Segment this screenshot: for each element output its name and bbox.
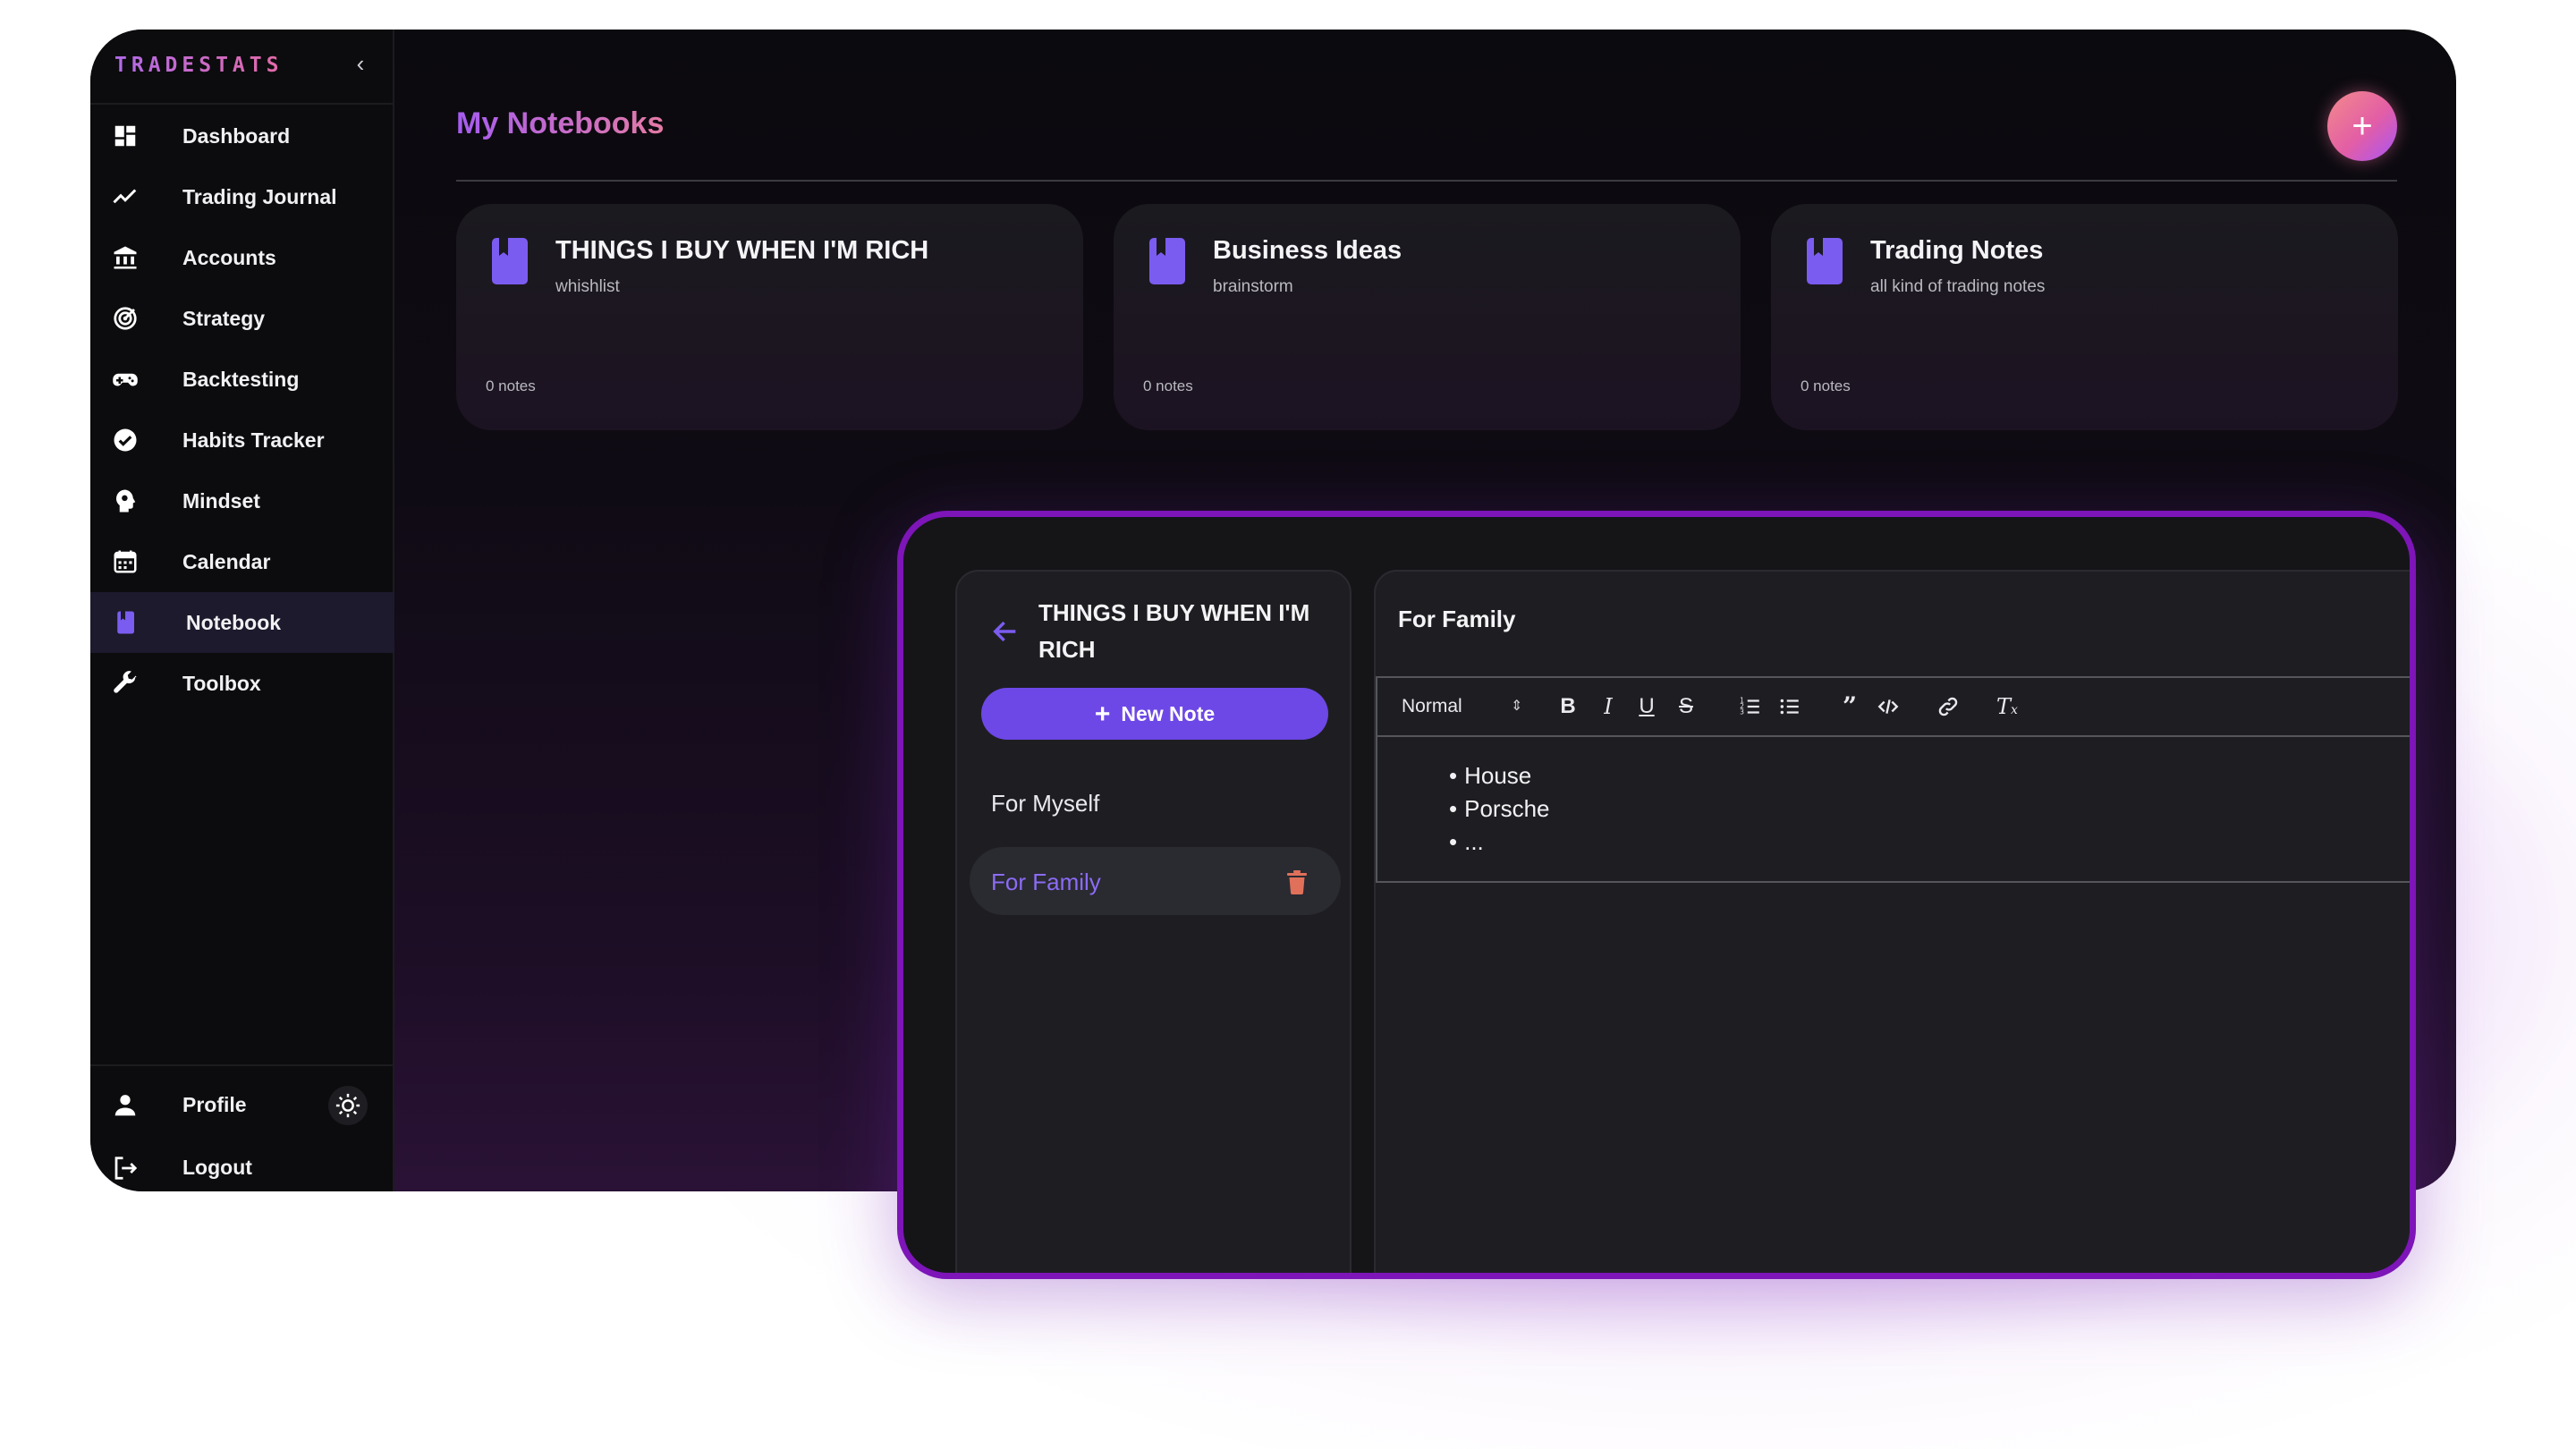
- theme-toggle-button[interactable]: [328, 1086, 368, 1125]
- user-icon: [112, 1092, 139, 1119]
- sidebar-item-strategy[interactable]: Strategy: [90, 288, 394, 349]
- notebook-description: all kind of trading notes: [1870, 277, 2046, 296]
- sidebar-item-label: Habits Tracker: [182, 428, 325, 452]
- notebook-icon: [1807, 238, 1843, 284]
- ordered-list-button[interactable]: 123: [1735, 691, 1766, 723]
- sidebar-item-trading-journal[interactable]: Trading Journal: [90, 166, 394, 227]
- page-title: My Notebooks: [456, 106, 665, 140]
- notebook-icon: [112, 609, 139, 636]
- svg-text:3: 3: [1740, 708, 1744, 716]
- sidebar-item-label: Profile: [182, 1093, 247, 1116]
- sidebar-item-backtesting[interactable]: Backtesting: [90, 349, 394, 410]
- notebook-icon: [1149, 238, 1185, 284]
- sidebar-item-habits-tracker[interactable]: Habits Tracker: [90, 410, 394, 470]
- sidebar-item-toolbox[interactable]: Toolbox: [90, 653, 394, 714]
- bullet-list-button[interactable]: [1775, 691, 1805, 723]
- plus-icon: +: [1094, 699, 1111, 729]
- bank-icon: [112, 244, 139, 271]
- note-bullet-list: House Porsche ...: [1449, 759, 1550, 859]
- notebook-title: Trading Notes: [1870, 236, 2044, 265]
- link-icon: [1938, 697, 1958, 716]
- notebook-card[interactable]: Business Ideas brainstorm 0 notes: [1114, 204, 1741, 430]
- sidebar-item-label: Toolbox: [182, 671, 261, 695]
- divider: [456, 180, 2397, 182]
- bullet-list-icon: [1780, 699, 1799, 715]
- select-arrows-icon: ⇕: [1511, 699, 1523, 714]
- note-list-item-active[interactable]: For Family: [970, 847, 1341, 915]
- sidebar-item-label: Calendar: [182, 549, 271, 573]
- notebook-name: THINGS I BUY WHEN I'M RICH: [1038, 599, 1310, 663]
- calendar-icon: [112, 548, 139, 575]
- blockquote-button[interactable]: ”: [1836, 691, 1863, 723]
- sidebar-item-mindset[interactable]: Mindset: [90, 470, 394, 531]
- notes-list-panel: THINGS I BUY WHEN I'M RICH + New Note For…: [955, 570, 1352, 1273]
- collapse-sidebar-button[interactable]: ‹: [346, 49, 375, 78]
- notebook-editor-panel: THINGS I BUY WHEN I'M RICH + New Note For…: [897, 511, 2416, 1279]
- code-icon: [1877, 699, 1899, 714]
- note-title: For Family: [991, 869, 1101, 895]
- note-title: For Myself: [991, 790, 1100, 817]
- code-button[interactable]: [1874, 691, 1902, 723]
- logout-icon: [112, 1155, 139, 1182]
- note-list-item[interactable]: For Myself: [970, 768, 1341, 836]
- sidebar-item-label: Accounts: [182, 245, 276, 269]
- new-note-button[interactable]: + New Note: [981, 688, 1328, 740]
- new-note-label: New Note: [1121, 702, 1216, 725]
- trash-icon[interactable]: [1286, 869, 1308, 894]
- head-idea-icon: [112, 487, 139, 514]
- clear-format-button[interactable]: Tx: [1992, 691, 2022, 723]
- sidebar-item-label: Logout: [182, 1156, 252, 1179]
- link-button[interactable]: [1934, 691, 1962, 723]
- target-icon: [112, 305, 139, 332]
- trending-chart-icon: [112, 183, 139, 210]
- sidebar-item-notebook[interactable]: Notebook: [90, 592, 394, 653]
- notebook-title: Business Ideas: [1213, 236, 1402, 265]
- notebook-icon: [492, 238, 528, 284]
- note-bullet-item: Porsche: [1449, 792, 1549, 826]
- sidebar-item-label: Mindset: [182, 488, 260, 513]
- brand-row: TRADESTATS ‹: [90, 30, 394, 105]
- sidebar-item-accounts[interactable]: Accounts: [90, 227, 394, 288]
- ordered-list-icon: 123: [1740, 697, 1759, 716]
- back-arrow-icon[interactable]: [990, 616, 1021, 647]
- note-editor-title: For Family: [1398, 606, 1516, 632]
- sidebar: TRADESTATS ‹ Dashboard Trading Journal A…: [90, 30, 394, 1191]
- add-notebook-button[interactable]: +: [2327, 91, 2397, 161]
- sidebar-item-calendar[interactable]: Calendar: [90, 531, 394, 592]
- editor-toolbar: Normal ⇕ B I U S 123 ” Tx: [1376, 676, 2410, 737]
- check-circle-icon: [112, 427, 139, 453]
- sidebar-nav: Dashboard Trading Journal Accounts Strat…: [90, 106, 394, 714]
- notebook-card[interactable]: THINGS I BUY WHEN I'M RICH whishlist 0 n…: [456, 204, 1083, 430]
- sidebar-item-dashboard[interactable]: Dashboard: [90, 106, 394, 166]
- notebook-title: THINGS I BUY WHEN I'M RICH: [555, 236, 929, 265]
- notebook-note-count: 0 notes: [486, 377, 536, 394]
- strikethrough-button[interactable]: S: [1673, 691, 1699, 723]
- note-bullet-item: House: [1449, 759, 1550, 792]
- note-bullet-item: ...: [1449, 826, 1550, 859]
- sidebar-item-label: Dashboard: [182, 123, 291, 148]
- sidebar-footer: Profile Logout: [90, 1064, 394, 1191]
- sidebar-item-label: Notebook: [186, 610, 282, 634]
- notebook-description: whishlist: [555, 277, 620, 296]
- gamepad-icon: [112, 366, 139, 393]
- sidebar-item-label: Trading Journal: [182, 184, 337, 208]
- notebook-card[interactable]: Trading Notes all kind of trading notes …: [1771, 204, 2398, 430]
- sidebar-item-profile[interactable]: Profile: [90, 1079, 394, 1132]
- sidebar-item-label: Strategy: [182, 306, 266, 330]
- sidebar-item-logout[interactable]: Logout: [90, 1141, 394, 1191]
- note-editor: For Family Normal ⇕ B I U S 123 ” Tx Hous…: [1374, 570, 2410, 1273]
- italic-button[interactable]: I: [1595, 691, 1622, 723]
- brand-logo: TRADESTATS: [114, 54, 284, 77]
- wrench-icon: [112, 670, 139, 697]
- notebook-note-count: 0 notes: [1143, 377, 1193, 394]
- sidebar-item-label: Backtesting: [182, 367, 300, 391]
- notebook-note-count: 0 notes: [1801, 377, 1851, 394]
- text-format-select[interactable]: Normal ⇕: [1402, 691, 1527, 723]
- bold-button[interactable]: B: [1555, 691, 1581, 723]
- underline-button[interactable]: U: [1633, 691, 1660, 723]
- notebook-description: brainstorm: [1213, 277, 1293, 296]
- text-format-value: Normal: [1402, 696, 1462, 716]
- editor-content[interactable]: House Porsche ...: [1376, 736, 2410, 883]
- dashboard-icon: [112, 123, 139, 149]
